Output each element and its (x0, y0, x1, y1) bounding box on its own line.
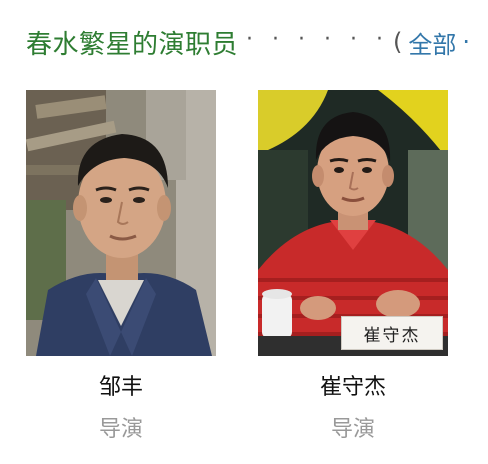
title-dots: · · · · · · (246, 26, 389, 52)
view-all-link[interactable]: 全部 (408, 25, 456, 60)
crew-card: 邹丰 导演 (26, 90, 216, 444)
crew-role: 导演 (98, 417, 143, 442)
view-all-tail: · (462, 28, 470, 56)
person-photo (26, 90, 216, 356)
nameplate-sign: 崔守杰 (341, 316, 443, 350)
open-paren: ( (392, 28, 403, 56)
section-header: 春水繁星的演职员 · · · · · · ( 全部 · (26, 22, 488, 62)
crew-card: 崔守杰 导演 (258, 90, 448, 444)
nameplate-text: 崔守杰 (363, 325, 421, 346)
crew-photo-link[interactable] (26, 90, 216, 356)
crew-role: 导演 (330, 417, 375, 442)
crew-name[interactable]: 崔守杰 (258, 374, 448, 402)
crew-section: 春水繁星的演职员 · · · · · · ( 全部 · 邹丰 导演 崔守杰 导演… (0, 0, 488, 464)
section-title: 春水繁星的演职员 (26, 29, 239, 60)
crew-name[interactable]: 邹丰 (26, 374, 216, 402)
